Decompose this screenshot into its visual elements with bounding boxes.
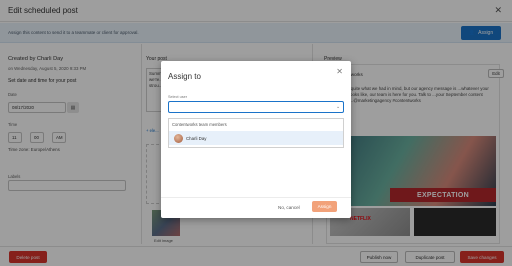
user-option[interactable]: Charli Day [169,131,343,145]
select-user-label: Select user [168,95,187,99]
select-user-input[interactable]: ⌄ [168,101,344,113]
assign-modal: Assign to ✕ Select user ⌄ Contentworks t… [161,61,351,218]
modal-assign-button[interactable]: Assign [312,201,337,212]
close-icon[interactable]: ✕ [336,67,343,76]
user-dropdown-list: Contentworks team members Charli Day [168,118,344,148]
modal-divider [161,197,351,198]
chevron-down-icon: ⌄ [335,105,340,110]
cancel-button[interactable]: No, cancel [278,202,300,212]
team-group-label: Contentworks team members [172,122,227,127]
user-option-name: Charli Day [186,135,207,141]
avatar [174,133,183,143]
modal-title: Assign to [168,72,201,81]
